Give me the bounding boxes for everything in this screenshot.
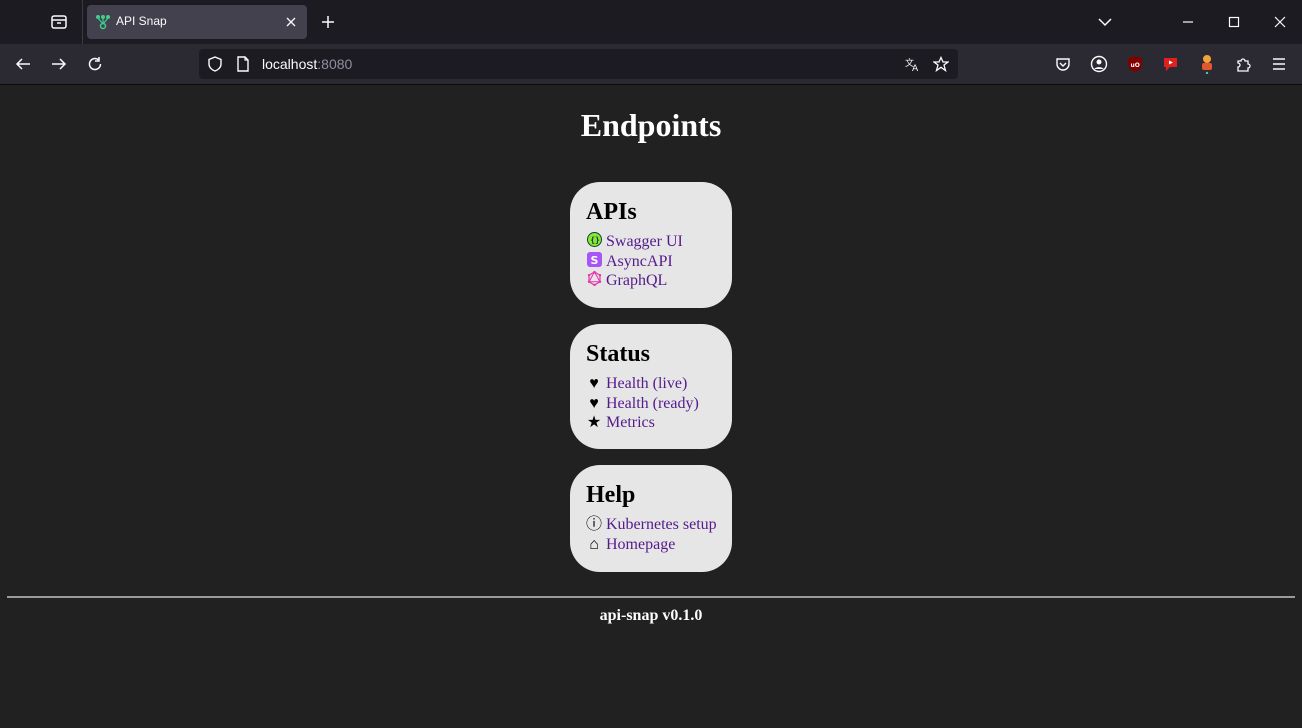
metrics-link[interactable]: Metrics <box>606 414 655 431</box>
list-item: S AsyncAPI <box>586 251 732 272</box>
heart-icon: ♥ <box>589 394 599 412</box>
status-card: Status ♥ Health (live) ♥ Health (ready) ★ M… <box>570 324 732 449</box>
url-port: :8080 <box>317 56 353 72</box>
back-icon[interactable] <box>9 50 37 78</box>
maximize-icon[interactable] <box>1220 8 1248 36</box>
page-icon[interactable] <box>235 56 251 72</box>
svg-text:uO: uO <box>1131 62 1140 69</box>
kubernetes-setup-link[interactable]: Kubernetes setup <box>606 516 717 533</box>
close-window-icon[interactable] <box>1266 8 1294 36</box>
menu-hamburger-icon[interactable] <box>1269 54 1289 74</box>
list-item: ♥ Health (ready) <box>586 394 732 414</box>
translate-icon[interactable]: 文A <box>905 56 921 72</box>
home-icon: ⌂ <box>589 535 599 553</box>
asyncapi-link[interactable]: AsyncAPI <box>606 253 673 270</box>
url-host: localhost <box>262 56 318 72</box>
tab-title: API Snap <box>116 14 167 28</box>
help-heading: Help <box>586 482 636 508</box>
svg-text:A: A <box>912 64 919 72</box>
help-link-list: ⓘ Kubernetes setup ⌂ Homepage <box>586 515 732 554</box>
account-icon[interactable] <box>1089 54 1109 74</box>
shield-icon[interactable] <box>207 56 223 72</box>
firefox-view-icon[interactable] <box>44 8 74 36</box>
apis-link-list: {} Swagger UI S AsyncAPI GraphQL <box>586 232 732 291</box>
api-snap-favicon-icon <box>95 14 111 30</box>
page-title: Endpoints <box>580 107 722 143</box>
list-item: ⓘ Kubernetes setup <box>586 515 732 535</box>
homepage-link[interactable]: Homepage <box>606 536 675 553</box>
swagger-ui-link[interactable]: Swagger UI <box>606 233 683 250</box>
page-content: Endpoints APIs {} Swagger UI S AsyncAPI … <box>0 85 1302 728</box>
url-text[interactable]: localhost:8080 <box>262 56 352 72</box>
status-link-list: ♥ Health (live) ♥ Health (ready) ★ Metrics <box>586 374 732 433</box>
graphql-link[interactable]: GraphQL <box>606 272 667 289</box>
browser-navbar: localhost:8080 文A uO <box>0 44 1302 84</box>
swagger-icon: {} <box>586 232 602 252</box>
forward-icon[interactable] <box>45 50 73 78</box>
help-card: Help ⓘ Kubernetes setup ⌂ Homepage <box>570 465 732 572</box>
list-item: ★ Metrics <box>586 413 732 433</box>
health-live-link[interactable]: Health (live) <box>606 375 687 392</box>
browser-titlebar: API Snap <box>0 0 1302 44</box>
graphql-icon <box>586 270 602 291</box>
extensions-puzzle-icon[interactable] <box>1233 54 1253 74</box>
bookmark-star-icon[interactable] <box>933 56 949 72</box>
health-ready-link[interactable]: Health (ready) <box>606 395 699 412</box>
asyncapi-icon: S <box>586 251 602 272</box>
minimize-icon[interactable] <box>1174 8 1202 36</box>
tab-separator <box>82 0 83 44</box>
svg-text:S: S <box>590 254 598 267</box>
youtube-extension-icon[interactable] <box>1161 54 1181 74</box>
ublock-icon[interactable]: uO <box>1125 54 1145 74</box>
status-heading: Status <box>586 341 651 367</box>
url-bar[interactable]: localhost:8080 文A <box>199 49 958 79</box>
apis-card: APIs {} Swagger UI S AsyncAPI GraphQL <box>570 182 732 308</box>
new-tab-icon[interactable] <box>316 10 340 34</box>
apis-heading: APIs <box>586 199 637 225</box>
browser-tab[interactable]: API Snap <box>87 5 307 39</box>
list-item: GraphQL <box>586 270 732 291</box>
heart-icon: ♥ <box>589 375 599 392</box>
svg-text:{}: {} <box>590 236 600 245</box>
reload-icon[interactable] <box>81 50 109 78</box>
footer-divider <box>7 596 1295 598</box>
tab-close-icon[interactable] <box>283 14 299 30</box>
star-icon: ★ <box>586 414 602 431</box>
pocket-icon[interactable] <box>1053 54 1073 74</box>
list-item: ⌂ Homepage <box>586 535 732 555</box>
list-item: ♥ Health (live) <box>586 374 732 394</box>
tab-list-chevron-icon[interactable] <box>1091 8 1119 36</box>
footer-version: api-snap v0.1.0 <box>599 607 703 624</box>
info-icon: ⓘ <box>586 516 603 533</box>
extension-character-icon[interactable] <box>1197 54 1217 74</box>
list-item: {} Swagger UI <box>586 232 732 252</box>
